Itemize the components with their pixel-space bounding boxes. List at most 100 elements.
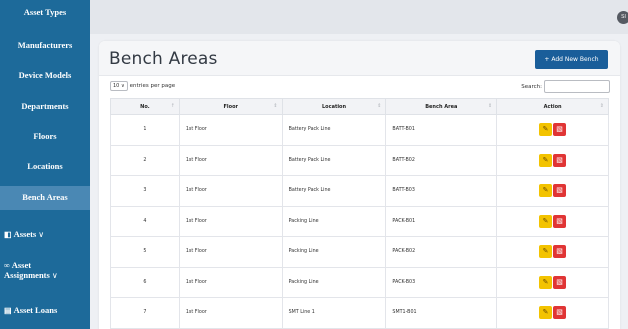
edit-button[interactable]: ✎: [539, 214, 553, 228]
trash-icon: ▧: [556, 277, 563, 286]
sidebar-item-asset-loans[interactable]: ▤ Asset Loans: [0, 305, 90, 319]
cell-floor: 1st Floor: [178, 144, 283, 176]
edit-button[interactable]: ✎: [539, 306, 553, 320]
trash-icon: ▧: [556, 155, 563, 164]
pencil-icon: ✎: [542, 308, 549, 317]
cell-floor: 1st Floor: [178, 114, 283, 146]
entries-per-page: 10 ∨ entries per page: [110, 81, 175, 91]
trash-icon: ▧: [556, 125, 563, 134]
table-row: 3 1st Floor Battery Pack Line BATT-B03 ✎…: [110, 175, 609, 207]
cell-bench-area: PACK-B02: [385, 236, 498, 268]
cell-action: ✎ ▧: [496, 144, 609, 176]
trash-icon: ▧: [556, 247, 563, 256]
edit-button[interactable]: ✎: [539, 153, 553, 167]
sidebar-item-departments[interactable]: Departments: [0, 101, 90, 115]
sidebar-item-device-models[interactable]: Device Models: [0, 70, 90, 84]
cell-location: Packing Line: [281, 266, 387, 298]
cell-no: 7: [110, 297, 180, 329]
sidebar-item-floors[interactable]: Floors: [0, 131, 90, 145]
sidebar-item-label: Locations: [27, 161, 63, 171]
delete-button[interactable]: ▧: [553, 153, 567, 167]
column-header-label: Floor: [223, 103, 238, 110]
column-header-label: No.: [140, 103, 150, 110]
trash-icon: ▧: [556, 216, 563, 225]
cell-floor: 1st Floor: [178, 236, 283, 268]
cell-bench-area: BATT-B01: [385, 114, 498, 146]
delete-button[interactable]: ▧: [553, 184, 567, 198]
edit-button[interactable]: ✎: [539, 184, 553, 198]
sort-icon: ↑: [170, 103, 175, 109]
sidebar-item-bench-areas[interactable]: Bench Areas: [0, 186, 90, 210]
sidebar-item-asset-assignments[interactable]: ∞ Asset Assignments ∨: [0, 260, 90, 288]
cell-no: 3: [110, 175, 180, 207]
trash-icon: ▧: [556, 186, 563, 195]
sidebar-item-asset-types[interactable]: Asset Types: [0, 7, 90, 21]
calendar-icon: ▤: [4, 306, 12, 315]
pencil-icon: ✎: [542, 247, 549, 256]
delete-button[interactable]: ▧: [553, 306, 567, 320]
cell-floor: 1st Floor: [178, 175, 283, 207]
column-header-no[interactable]: No. ↑: [110, 98, 180, 115]
chevron-down-icon: ∨: [120, 83, 125, 89]
search-input[interactable]: [544, 80, 610, 93]
delete-button[interactable]: ▧: [553, 123, 567, 137]
add-new-bench-button[interactable]: + Add New Bench: [535, 50, 608, 69]
cell-location: Packing Line: [281, 205, 387, 237]
delete-button[interactable]: ▧: [553, 245, 567, 259]
sort-icon: ⇕: [599, 103, 604, 109]
sidebar-item-label: Assets: [13, 229, 37, 239]
column-header-action[interactable]: Action ⇕: [496, 98, 609, 115]
entries-label: entries per page: [129, 83, 176, 89]
cell-no: 2: [110, 144, 180, 176]
pencil-icon: ✎: [542, 186, 549, 195]
edit-button[interactable]: ✎: [539, 275, 553, 289]
sort-icon: ⇕: [273, 103, 278, 109]
avatar[interactable]: SI: [617, 11, 628, 24]
pencil-icon: ✎: [542, 155, 549, 164]
cell-no: 4: [110, 205, 180, 237]
cell-no: 5: [110, 236, 180, 268]
delete-button[interactable]: ▧: [553, 214, 567, 228]
cell-action: ✎ ▧: [496, 205, 609, 237]
sort-icon: ⇕: [377, 103, 382, 109]
sort-icon: ⇕: [487, 103, 493, 109]
edit-button[interactable]: ✎: [539, 123, 553, 137]
sidebar-item-label: Device Models: [18, 70, 72, 80]
chevron-down-icon: ∨: [38, 230, 45, 239]
sidebar-item-locations[interactable]: Locations: [0, 161, 90, 175]
page-title: Bench Areas: [109, 49, 218, 69]
sidebar-item-label: Asset Types: [23, 7, 67, 17]
sidebar-item-manufacturers[interactable]: Manufacturers: [0, 40, 90, 54]
sidebar-item-label: Asset Loans: [13, 305, 58, 315]
edit-button[interactable]: ✎: [539, 245, 553, 259]
cell-floor: 1st Floor: [178, 266, 283, 298]
sidebar: Asset Types Manufacturers Device Models …: [0, 0, 90, 329]
cell-location: Battery Pack Line: [281, 114, 387, 146]
table-header-row: No. ↑ Floor ⇕ Location ⇕ Bench Area ⇕ Action…: [110, 98, 609, 115]
card-header: Bench Areas + Add New Bench: [99, 41, 620, 76]
delete-button[interactable]: ▧: [553, 275, 567, 289]
cell-bench-area: BATT-B02: [385, 144, 498, 176]
cell-location: SMT Line 1: [281, 297, 387, 329]
column-header-label: Bench Area: [425, 103, 458, 110]
cell-bench-area: SMT1-B01: [385, 297, 498, 329]
pencil-icon: ✎: [542, 216, 549, 225]
sidebar-item-label: Bench Areas: [22, 192, 68, 202]
cell-no: 6: [110, 266, 180, 298]
column-header-location[interactable]: Location ⇕: [281, 98, 387, 115]
sidebar-item-assets[interactable]: ◧ Assets ∨: [0, 229, 90, 243]
sidebar-item-label: Floors: [33, 131, 57, 141]
bench-areas-table: No. ↑ Floor ⇕ Location ⇕ Bench Area ⇕ Action…: [110, 98, 609, 329]
cell-action: ✎ ▧: [496, 114, 609, 146]
column-header-bench-area[interactable]: Bench Area ⇕: [385, 98, 498, 115]
sidebar-item-label-line2: Assignments: [4, 270, 50, 280]
table-row: 2 1st Floor Battery Pack Line BATT-B02 ✎…: [110, 144, 609, 176]
entries-select[interactable]: 10 ∨: [110, 81, 128, 91]
cell-bench-area: PACK-B03: [385, 266, 498, 298]
column-header-floor[interactable]: Floor ⇕: [178, 98, 283, 115]
devices-icon: ◧: [4, 230, 12, 239]
column-header-label: Location: [321, 103, 347, 110]
bench-areas-card: Bench Areas + Add New Bench 10 ∨ entries…: [99, 41, 620, 329]
cell-action: ✎ ▧: [496, 175, 609, 207]
cell-bench-area: BATT-B03: [385, 175, 498, 207]
